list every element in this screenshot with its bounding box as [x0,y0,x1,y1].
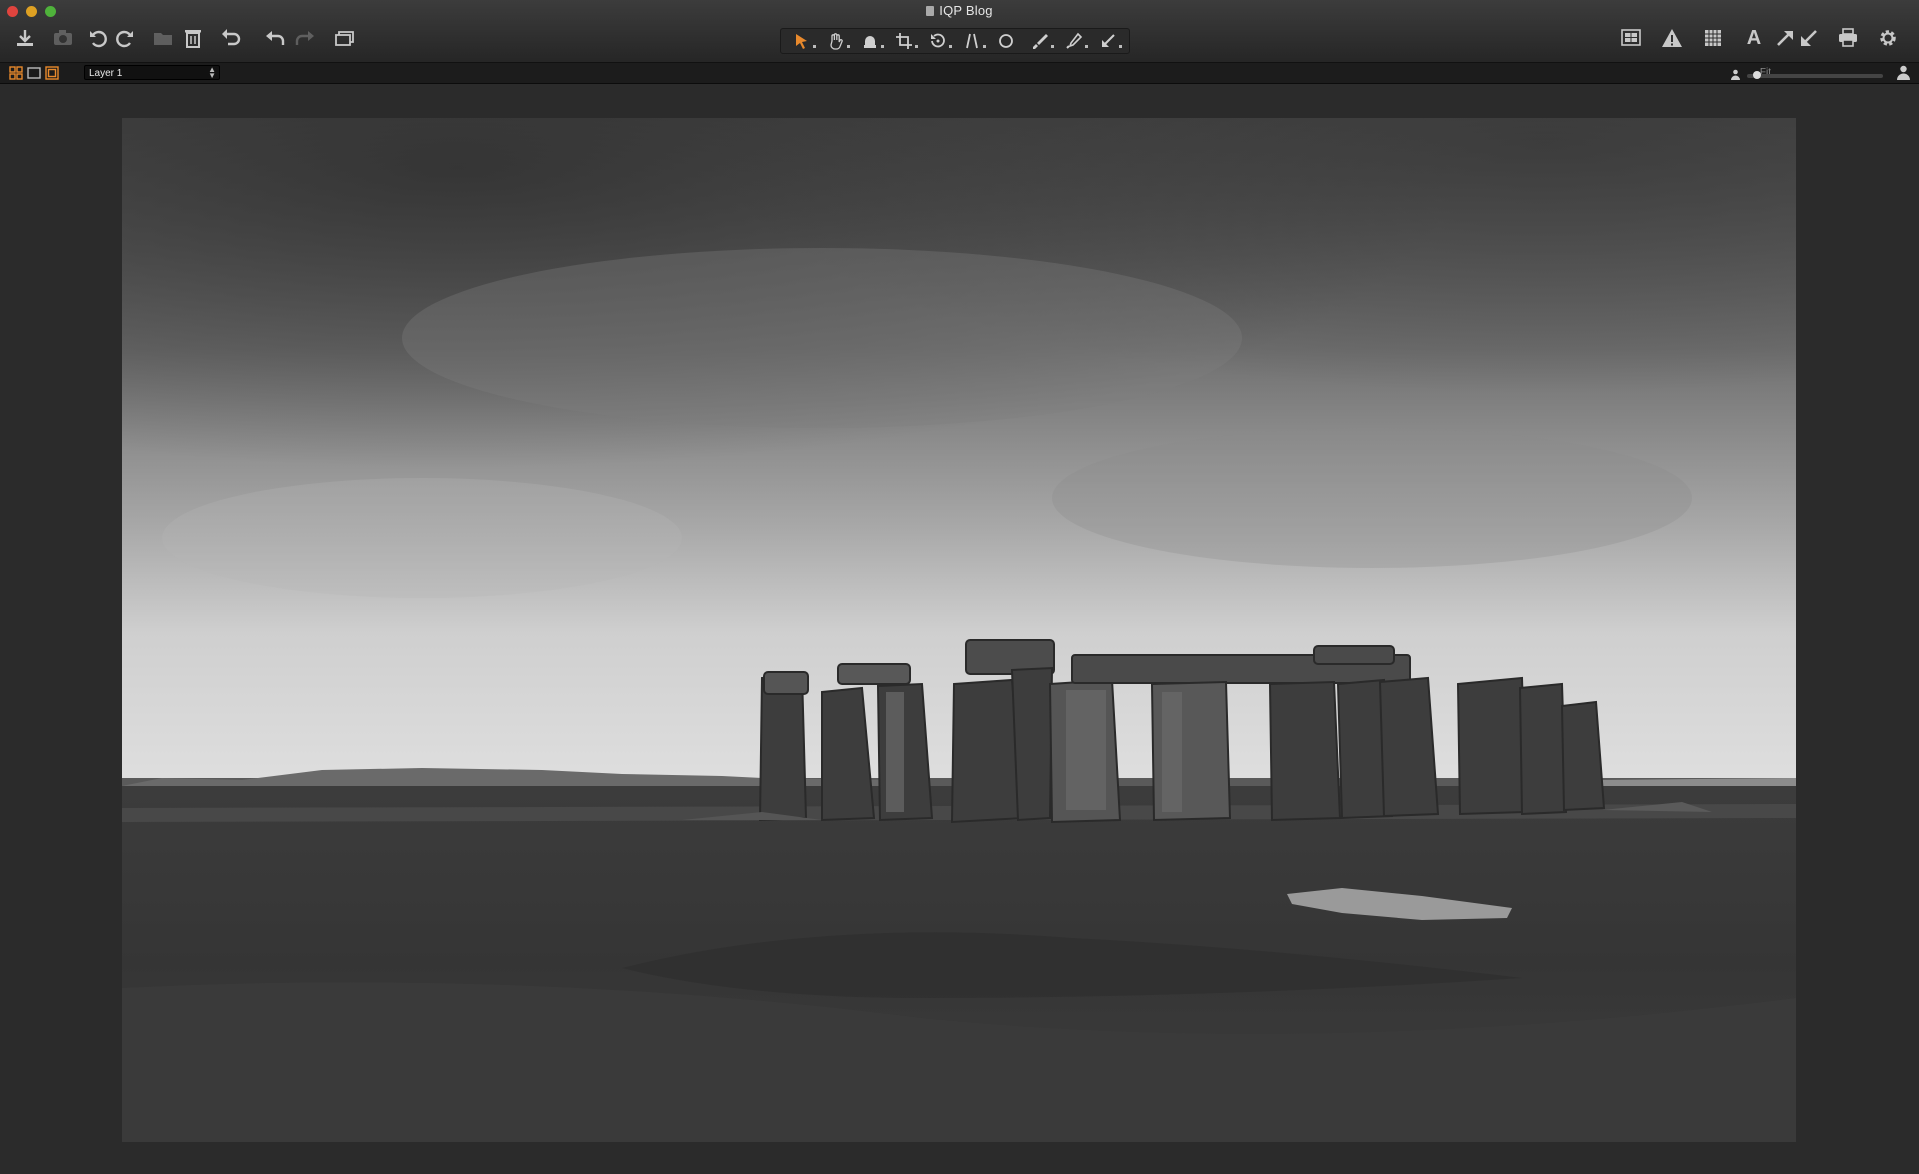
updown-arrows-icon: ▲ ▼ [208,65,216,80]
picker-tool[interactable] [1059,30,1089,52]
grid-icon [1705,30,1721,46]
multi-view-button[interactable] [9,66,23,80]
zoom-slider[interactable] [1747,71,1883,79]
brush-icon [1033,34,1048,49]
view-mode-switcher [9,66,63,80]
apply-arrow-icon [1102,34,1115,47]
annotations-button[interactable]: A [1739,25,1769,51]
cursor-tool[interactable] [787,30,817,52]
apply-adjustments-button[interactable] [1797,25,1821,51]
primary-frame-icon [45,66,59,80]
trash-icon [185,30,201,48]
window-toolbar: IQP Blog A [0,0,1919,63]
undo-icon [266,31,285,45]
photo-stonehenge [122,118,1796,1142]
exposure-warning-button[interactable] [1657,25,1687,51]
warning-icon [1662,29,1682,47]
circle-icon [999,34,1013,48]
folder-icon [154,33,172,45]
keystone-icon [966,33,978,49]
arrow-cursor-icon [796,34,807,49]
copy-arrow-icon [1777,31,1793,46]
rotate-right-button[interactable] [110,25,140,51]
window-title: IQP Blog [0,3,1919,18]
camera-icon [54,30,72,45]
zoom-in-person-icon[interactable] [1896,65,1911,85]
viewer-subbar: Layer 1 ▲ ▼ Fit [0,63,1919,84]
apply-tool[interactable] [1093,30,1123,52]
clone-variant-button[interactable] [330,25,360,51]
keystone-tool[interactable] [957,30,987,52]
rotate-right-icon [116,30,133,48]
reset-button[interactable] [216,25,246,51]
spot-removal-tool[interactable] [991,30,1021,52]
eyedropper-icon [1066,32,1083,49]
single-frame-icon [27,67,41,79]
import-button[interactable] [10,25,40,51]
redo-button[interactable] [290,25,320,51]
guides-button[interactable] [1698,25,1728,51]
layer-select[interactable]: Layer 1 ▲ ▼ [84,65,220,80]
left-toolbar [10,25,368,51]
image-viewer[interactable] [122,118,1796,1142]
rotate-left-icon [90,30,107,48]
zoom-control [1730,67,1889,85]
document-icon [926,6,935,16]
zoom-out-person-icon[interactable] [1730,67,1741,85]
primary-view-button[interactable] [45,66,59,80]
crop-tool[interactable] [889,30,919,52]
printer-icon [1839,28,1857,47]
zoom-slider-thumb[interactable] [1753,71,1762,79]
right-toolbar: A [1616,25,1911,51]
loupe-icon [864,36,876,48]
move-to-folder-button[interactable] [148,25,178,51]
cursor-tools [780,28,1130,54]
rotate-icon [931,33,945,48]
preferences-button[interactable] [1873,25,1903,51]
copy-adjustments-button[interactable] [1773,25,1797,51]
redo-icon [295,31,314,45]
single-view-button[interactable] [27,66,41,80]
pan-tool[interactable] [821,30,851,52]
print-button[interactable] [1833,25,1863,51]
capture-button[interactable] [48,25,78,51]
delete-button[interactable] [178,25,208,51]
apply-arrow-icon [1801,30,1817,46]
rotate-left-button[interactable] [86,25,110,51]
stack-icon [335,31,354,46]
annotations-icon: A [1746,26,1762,49]
brush-tool[interactable] [1025,30,1055,52]
undo-button[interactable] [260,25,290,51]
layer-select-value: Layer 1 [89,68,123,79]
grid-overlay-button[interactable] [1616,25,1646,51]
gear-icon [1880,30,1896,46]
download-icon [17,30,33,46]
rotate-tool[interactable] [923,30,953,52]
crop-icon [896,33,912,49]
reset-icon [222,29,241,46]
loupe-tool[interactable] [855,30,885,52]
hand-icon [830,33,843,50]
multi-grid-icon [9,66,23,80]
grid-overlay-icon [1621,29,1641,46]
